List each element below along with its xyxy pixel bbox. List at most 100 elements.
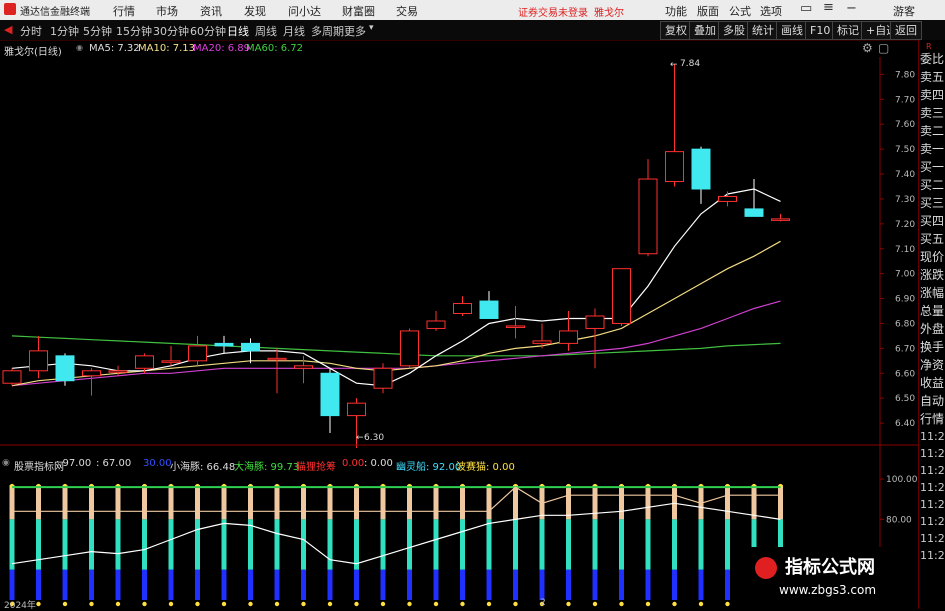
indicator-bar-blue — [619, 569, 624, 600]
panel-time-4: 11:29 — [920, 481, 945, 494]
indicator-bar-cyan — [619, 519, 624, 570]
indicator-bar-blue — [407, 569, 412, 600]
indicator-dot-bottom — [619, 601, 624, 607]
more-dropdown-icon[interactable]: ▾ — [369, 23, 374, 33]
app-name: 通达信金融终端 — [20, 7, 90, 18]
panel-auto[interactable]: 自动 — [920, 392, 945, 409]
ma10-line — [11, 240, 781, 387]
window-restore-icon[interactable]: ▭ — [800, 1, 812, 16]
period-weekly[interactable]: 周线 — [255, 23, 277, 39]
menu-bar: 通达信金融终端 行情 市场 资讯 发现 问小达 财富圈 交易 证券交易未登录 雅… — [0, 0, 945, 20]
menu-item-xuanxiang[interactable]: 选项 — [760, 3, 782, 19]
candle-body-up — [267, 357, 287, 361]
indicator-bar-cyan — [62, 519, 68, 570]
price-axis-label: 7.10 — [895, 245, 915, 255]
statistics-button[interactable]: 统计 — [747, 21, 779, 40]
menu-item-banmian[interactable]: 版面 — [697, 3, 719, 19]
candle-body-up — [108, 370, 128, 373]
indicator-dot-bottom — [725, 601, 730, 607]
price-axis-label: 6.90 — [895, 295, 915, 305]
indicator-axis-label: 100.00 — [886, 475, 918, 485]
overlay-button[interactable]: 叠加 — [689, 21, 721, 40]
indicator-bar-cyan — [566, 519, 571, 570]
panel-net-assets: 净资 — [920, 358, 945, 372]
trade-login-status[interactable]: 证券交易未登录 — [518, 4, 588, 19]
indicator-bar-blue — [327, 569, 333, 600]
indicator-bar-peach — [592, 485, 598, 520]
indicator-dot-bottom — [698, 601, 704, 607]
restore-rights-button[interactable]: 复权 — [660, 21, 692, 40]
period-60min[interactable]: 60分钟 — [190, 23, 226, 39]
indicator-bar-cyan — [354, 519, 359, 570]
indicator-bar-blue — [36, 569, 41, 600]
period-arrow-icon[interactable]: ◀ — [4, 23, 12, 36]
indicator-value-8: : 0.00 — [364, 458, 393, 469]
indicator-bar-blue — [89, 569, 94, 600]
indicator-settings-icon[interactable]: ◉ — [2, 458, 10, 468]
indicator-dot-bottom — [407, 601, 412, 607]
watermark-badge: 指标公式网 www.zbgs3.com — [745, 547, 918, 609]
indicator-bar-peach — [513, 485, 518, 520]
indicator-bar-peach — [327, 485, 333, 520]
indicator-bar-peach — [619, 485, 624, 520]
indicator-dot-bottom — [301, 601, 306, 607]
indicator-value-3: 30.00 — [143, 458, 172, 469]
period-monthly[interactable]: 月线 — [283, 23, 305, 39]
chart-area[interactable]: 7.80 7.70 7.60 7.50 7.40 7.30 7.20 7.10 7.00 6.90… — [0, 40, 918, 609]
indicator-bar-peach — [354, 485, 359, 520]
indicator-bar-blue — [539, 569, 545, 600]
candle-body-up — [532, 340, 552, 344]
indicator-bar-blue — [221, 569, 227, 600]
price-axis-label: 7.30 — [895, 195, 915, 205]
panel-time-6: 11:29 — [920, 515, 945, 528]
menu-item-gongneng[interactable]: 功能 — [665, 3, 687, 19]
indicator-axis-label: 80.00 — [886, 515, 912, 525]
period-1min[interactable]: 1分钟 — [50, 23, 79, 39]
f10-button[interactable]: F10 — [805, 21, 836, 40]
indicator-bar-blue — [301, 569, 306, 600]
candle-body-down — [744, 208, 764, 217]
panel-time-2: 11:29 — [920, 447, 945, 460]
maoli-value: 0.00 — [342, 458, 365, 469]
indicator-bar-blue — [380, 569, 386, 600]
panel-sell4: 卖四 — [920, 88, 945, 102]
draw-line-button[interactable]: 画线 — [776, 21, 808, 40]
guest-user[interactable]: 游客 — [893, 3, 915, 19]
indicator-bar-cyan — [301, 519, 306, 570]
panel-time-7: 11:29 — [920, 532, 945, 545]
menu-item-jiaoyi[interactable]: 交易 — [396, 3, 418, 19]
menu-item-faxian[interactable]: 发现 — [244, 3, 266, 19]
indicator-bar-peach — [672, 485, 677, 520]
xiaohaitun-value: 小海豚: 66.48 — [170, 462, 236, 473]
menu-item-shichang[interactable]: 市场 — [156, 3, 178, 19]
candle-body-down — [479, 300, 499, 319]
period-5min[interactable]: 5分钟 — [83, 23, 112, 39]
candle-body-up — [347, 402, 366, 417]
period-multi[interactable]: 多周期 — [311, 23, 344, 39]
indicator-dot-bottom — [354, 601, 359, 607]
panel-quotes[interactable]: 行情 — [920, 410, 945, 427]
multi-stock-button[interactable]: 多股 — [718, 21, 750, 40]
youlingchuan-value: 幽灵船: 92.00 — [396, 462, 462, 473]
window-minimize-icon[interactable]: − — [846, 1, 857, 16]
watermark-logo-icon — [755, 557, 777, 579]
menu-item-gongshi[interactable]: 公式 — [729, 3, 751, 19]
period-fenshi[interactable]: 分时 — [20, 23, 42, 39]
indicator-dot-bottom — [433, 601, 439, 607]
menu-item-hangqing[interactable]: 行情 — [113, 3, 135, 19]
window-list-icon[interactable]: ≡ — [823, 0, 834, 15]
menu-item-caifuquan[interactable]: 财富圈 — [342, 3, 375, 19]
indicator-bar-peach — [301, 485, 306, 520]
indicator-bar-peach — [751, 485, 757, 520]
indicator-dot-bottom — [513, 601, 518, 607]
mark-button[interactable]: 标记 — [832, 21, 864, 40]
period-daily[interactable]: 日线 — [227, 23, 249, 39]
menu-item-zixun[interactable]: 资讯 — [200, 3, 222, 19]
period-30min[interactable]: 30分钟 — [153, 23, 189, 39]
menu-item-wenxiaoda[interactable]: 问小达 — [288, 3, 321, 19]
indicator-dot-bottom — [486, 601, 492, 607]
indicator-bar-peach — [566, 485, 571, 520]
period-15min[interactable]: 15分钟 — [116, 23, 152, 39]
back-button[interactable]: 返回 — [890, 21, 922, 40]
period-more[interactable]: 更多 — [344, 23, 366, 39]
